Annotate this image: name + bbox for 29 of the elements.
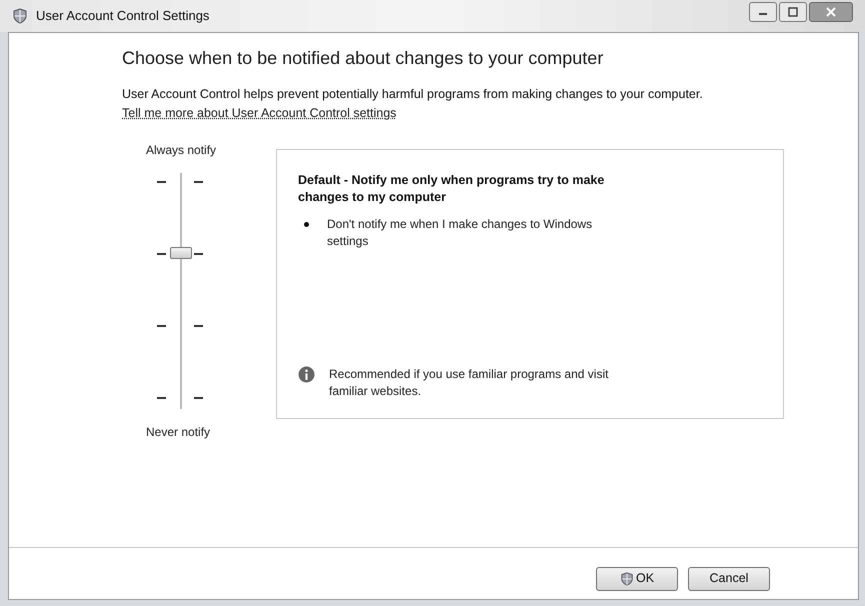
tick-mark [157,324,166,326]
maximize-icon [788,7,798,17]
slider-bottom-label: Never notify [146,424,210,440]
slider-top-label: Always notify [146,142,216,158]
heading: Choose when to be notified about changes to your computer [122,47,604,70]
tick-mark [157,180,166,182]
shield-icon [12,8,28,24]
help-link[interactable]: Tell me more about User Account Control settings [122,104,396,122]
description: User Account Control helps prevent potentially harmful programs from making changes to your computer. [122,86,704,103]
bullet-text: Don't notify me when I make changes to Windows settings [327,216,594,250]
cancel-button[interactable]: Cancel [688,566,770,590]
tick-mark [194,180,203,182]
tick-mark [194,324,203,326]
panel-title: Default - Notify me only when programs try to make changes to my computer [298,172,606,206]
slider-thumb[interactable] [170,246,192,259]
minimize-button[interactable] [749,2,777,22]
window-title: User Account Control Settings [36,7,210,26]
recommendation-note: Recommended if you use familiar programs and visit familiar websites. [329,366,610,400]
tick-mark [157,252,166,254]
tick-mark [194,396,203,398]
close-icon [826,7,836,17]
ok-button[interactable]: OK [596,566,678,590]
bullet-icon [304,222,309,226]
tick-mark [157,396,166,398]
maximize-button[interactable] [779,2,807,22]
tick-mark [194,252,203,254]
shield-icon [620,572,634,586]
info-icon [298,366,315,382]
close-button[interactable] [809,2,853,22]
